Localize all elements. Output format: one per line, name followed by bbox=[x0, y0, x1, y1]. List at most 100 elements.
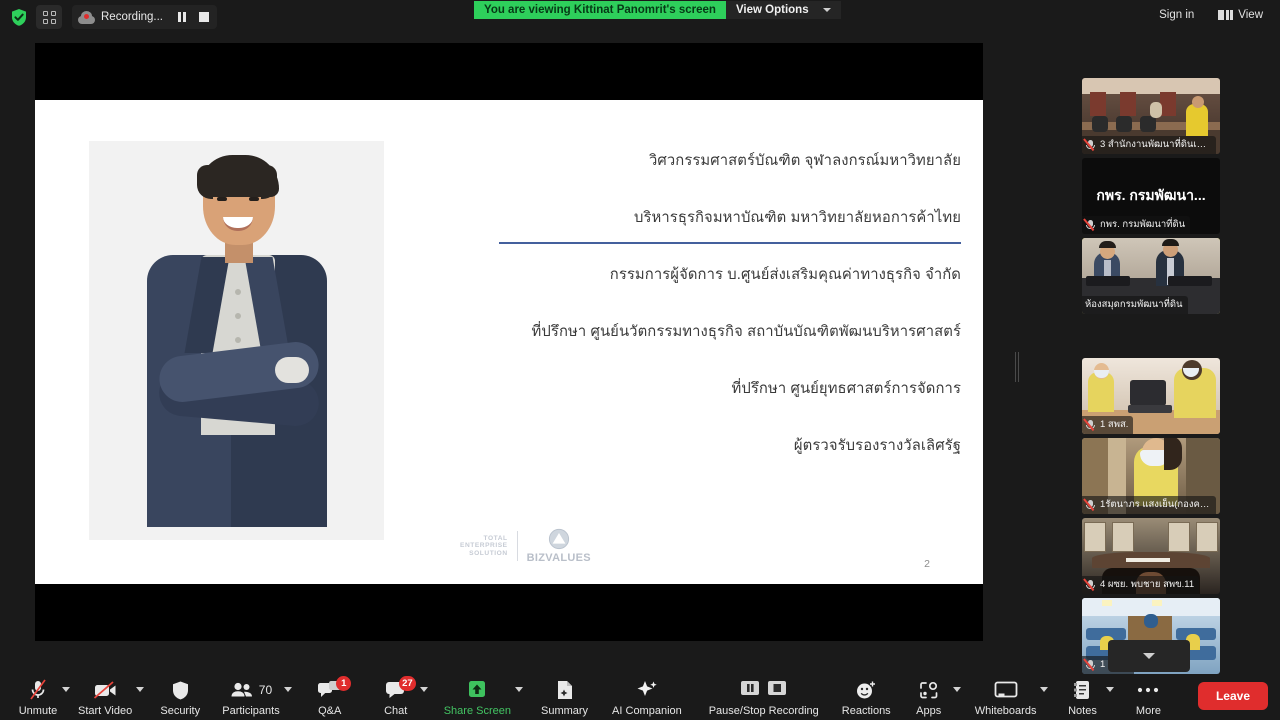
stop-icon[interactable] bbox=[767, 679, 787, 702]
panel-resize-handle[interactable] bbox=[1015, 352, 1019, 382]
brand-tagline-2: ENTERPRISE bbox=[460, 542, 508, 550]
participant-nameplate: 4 ผซย. พบชาย สพข.11 bbox=[1082, 576, 1200, 594]
participant-name: 1 สพส. bbox=[1100, 419, 1129, 430]
question-bubbles-icon: 1 bbox=[317, 676, 352, 702]
view-label: View bbox=[1238, 9, 1263, 21]
brand-tagline-1: TOTAL bbox=[483, 534, 508, 542]
brand-divider bbox=[516, 531, 518, 561]
whiteboard-icon bbox=[993, 678, 1019, 702]
notes-label: Notes bbox=[1068, 705, 1097, 717]
leave-button[interactable]: Leave bbox=[1197, 682, 1268, 710]
slide-page-number: 2 bbox=[924, 558, 930, 570]
credential-line-3: กรรมการผู้จัดการ บ.ศูนย์ส่งเสริมคุณค่าทา… bbox=[609, 267, 961, 283]
chat-button[interactable]: 27 Chat bbox=[370, 674, 422, 717]
pause-stop-recording-label: Pause/Stop Recording bbox=[708, 705, 819, 717]
participant-nameplate: กพร. กรมพัฒนาที่ดิน bbox=[1082, 216, 1191, 234]
qa-label: Q&A bbox=[318, 705, 342, 717]
participants-label: Participants bbox=[222, 705, 280, 717]
credential-line-4: ที่ปรึกษา ศูนย์นวัตกรรมทางธุรกิจ สถาบันบ… bbox=[531, 324, 961, 340]
participant-tile-active-speaker[interactable]: ห้องสมุดกรมพัฒนาที่ดิน bbox=[1082, 238, 1220, 314]
qa-badge: 1 bbox=[336, 676, 352, 691]
pause-icon[interactable] bbox=[740, 679, 760, 702]
participant-tile[interactable]: 4 ผซย. พบชาย สพข.11 bbox=[1082, 518, 1220, 594]
microphone-muted-icon bbox=[1083, 497, 1096, 511]
share-screen-up-arrow-icon bbox=[465, 678, 489, 702]
participant-name: ห้องสมุดกรมพัฒนาที่ดิน bbox=[1085, 299, 1183, 310]
participant-tile[interactable]: 1รัตนาภร แสงเย็น(กองคลัง) bbox=[1082, 438, 1220, 514]
unmute-button[interactable]: Unmute bbox=[12, 674, 64, 717]
security-label: Security bbox=[160, 705, 201, 717]
summary-button[interactable]: Summary bbox=[535, 674, 594, 717]
microphone-muted-icon bbox=[1083, 657, 1096, 671]
filmstrip-scroll-down-button[interactable] bbox=[1108, 640, 1190, 672]
sign-in-button[interactable]: Sign in bbox=[1150, 5, 1203, 25]
microphone-muted-icon bbox=[1083, 577, 1096, 591]
bizvalues-circle-logo bbox=[548, 528, 569, 550]
whiteboards-label: Whiteboards bbox=[974, 705, 1037, 717]
sparkle-icon bbox=[635, 678, 659, 702]
participants-count: 70 bbox=[258, 683, 273, 697]
view-layout-button[interactable]: View bbox=[1209, 5, 1272, 25]
participant-tile[interactable]: 1 สพส. bbox=[1082, 358, 1220, 434]
apps-button[interactable]: Apps bbox=[903, 674, 955, 717]
shared-screen-area[interactable]: วิศวกรรมศาสตร์บัณฑิต จุฬาลงกรณ์มหาวิทยาล… bbox=[0, 34, 1010, 674]
unmute-label: Unmute bbox=[18, 705, 58, 717]
participant-tile[interactable]: 3 สำนักงานพัฒนาที่ดินเข... bbox=[1082, 78, 1220, 154]
start-video-label: Start Video bbox=[78, 705, 133, 717]
sign-in-label: Sign in bbox=[1159, 9, 1195, 21]
recording-controls bbox=[740, 678, 787, 702]
start-video-button[interactable]: Start Video bbox=[72, 674, 138, 717]
credential-line-6: ผู้ตรวจรับรองรางวัลเลิศรัฐ bbox=[793, 438, 961, 454]
microphone-muted-icon bbox=[1083, 217, 1096, 231]
chat-bubble-icon: 27 bbox=[385, 676, 416, 702]
share-screen-button[interactable]: Share Screen bbox=[438, 674, 517, 717]
participant-tile[interactable]: กพร. กรมพัฒนา... กพร. กรมพัฒนาที่ดิน bbox=[1082, 158, 1220, 234]
recording-indicator[interactable]: Recording... bbox=[72, 5, 218, 29]
viewing-screen-banner: You are viewing Kittinat Panomrit's scre… bbox=[474, 1, 726, 19]
slide-footer: TOTAL ENTERPRISE SOLUTION BIZVALUES 2 bbox=[35, 522, 983, 584]
toolbar-items: Unmute Start Video Security 70 Participa… bbox=[0, 674, 1174, 720]
shared-screen-content: วิศวกรรมศาสตร์บัณฑิต จุฬาลงกรณ์มหาวิทยาล… bbox=[35, 43, 983, 641]
security-button[interactable]: Security bbox=[154, 674, 206, 717]
view-options-button[interactable]: View Options bbox=[725, 1, 841, 19]
reactions-button[interactable]: Reactions bbox=[836, 674, 897, 717]
participants-button[interactable]: 70 Participants bbox=[216, 674, 285, 717]
smiley-plus-icon bbox=[855, 678, 877, 702]
cloud-recording-icon bbox=[78, 10, 95, 24]
whiteboards-button[interactable]: Whiteboards bbox=[969, 674, 1043, 717]
ai-companion-button[interactable]: AI Companion bbox=[606, 674, 688, 717]
view-options-label: View Options bbox=[735, 4, 809, 16]
pause-recording-button[interactable] bbox=[171, 6, 193, 28]
top-bar-left: Recording... bbox=[0, 5, 218, 29]
brand-tagline: TOTAL ENTERPRISE SOLUTION bbox=[460, 535, 508, 558]
brand-mark: BIZVALUES bbox=[527, 528, 591, 564]
chat-label: Chat bbox=[384, 705, 408, 717]
shield-check-icon[interactable] bbox=[8, 6, 30, 28]
layout-view-icon bbox=[1218, 10, 1234, 20]
grid-view-icon[interactable] bbox=[36, 5, 62, 29]
reactions-label: Reactions bbox=[841, 705, 891, 717]
share-screen-label: Share Screen bbox=[443, 705, 511, 717]
speaker-photo-panel bbox=[89, 141, 384, 540]
participant-nameplate: ห้องสมุดกรมพัฒนาที่ดิน bbox=[1082, 296, 1188, 314]
participant-name: 3 สำนักงานพัฒนาที่ดินเข... bbox=[1100, 139, 1211, 150]
participant-filmstrip: 3 สำนักงานพัฒนาที่ดินเข... กพร. กรมพัฒนา… bbox=[1078, 36, 1226, 676]
stop-recording-button[interactable] bbox=[193, 6, 215, 28]
speaker-portrait-image bbox=[141, 155, 333, 529]
qa-button[interactable]: 1 Q&A bbox=[304, 674, 356, 717]
credential-line-5: ที่ปรึกษา ศูนย์ยุทธศาสตร์การจัดการ bbox=[731, 381, 961, 397]
top-bar: Recording... You are viewing Kittinat Pa… bbox=[0, 0, 1280, 34]
ai-companion-label: AI Companion bbox=[612, 705, 682, 717]
bizvalues-brand-lockup: TOTAL ENTERPRISE SOLUTION BIZVALUES bbox=[460, 528, 591, 564]
participant-nameplate: 1รัตนาภร แสงเย็น(กองคลัง) bbox=[1082, 496, 1216, 514]
meeting-toolbar: Unmute Start Video Security 70 Participa… bbox=[0, 674, 1280, 720]
recording-label: Recording... bbox=[101, 11, 164, 23]
participant-nameplate: 3 สำนักงานพัฒนาที่ดินเข... bbox=[1082, 136, 1216, 154]
summary-document-icon bbox=[555, 678, 575, 702]
credential-line-2: บริหารธุรกิจมหาบัณฑิต มหาวิทยาลัยหอการค้… bbox=[633, 210, 961, 226]
summary-label: Summary bbox=[540, 705, 589, 717]
pause-stop-recording-button[interactable]: Pause/Stop Recording bbox=[700, 674, 828, 717]
more-button[interactable]: More bbox=[1122, 674, 1174, 717]
microphone-muted-icon bbox=[28, 678, 48, 702]
notes-button[interactable]: Notes bbox=[1056, 674, 1108, 717]
